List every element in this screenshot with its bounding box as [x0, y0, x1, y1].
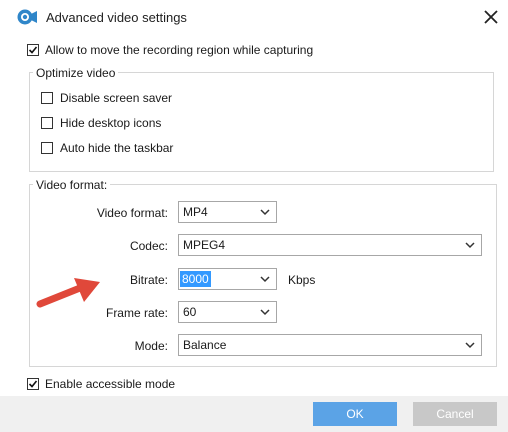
frame-rate-label: Frame rate: — [105, 306, 168, 320]
checkmark-icon — [28, 380, 38, 388]
frame-rate-select[interactable]: 60 — [178, 301, 277, 323]
ok-button[interactable]: OK — [313, 402, 397, 426]
video-format-value: MP4 — [183, 205, 208, 219]
mode-value: Balance — [183, 338, 227, 352]
chevron-down-icon — [465, 342, 475, 349]
video-camera-icon — [17, 9, 37, 25]
bitrate-value[interactable]: 8000 — [180, 271, 211, 287]
codec-label: Codec: — [129, 239, 168, 253]
close-icon[interactable] — [480, 6, 502, 28]
auto-hide-taskbar-checkbox[interactable] — [41, 142, 53, 154]
frame-rate-value: 60 — [183, 305, 197, 319]
video-format-label: Video format: — [96, 206, 168, 220]
accessible-mode-checkbox[interactable] — [27, 378, 39, 390]
hide-desktop-icons-checkbox[interactable] — [41, 117, 53, 129]
chevron-down-icon — [260, 209, 270, 216]
auto-hide-taskbar-label: Auto hide the taskbar — [60, 141, 174, 155]
mode-select[interactable]: Balance — [178, 334, 482, 356]
accessible-mode-label: Enable accessible mode — [45, 377, 176, 391]
allow-move-checkbox[interactable] — [27, 44, 39, 56]
optimize-video-legend: Optimize video — [33, 66, 119, 80]
bitrate-combobox[interactable]: 8000 — [178, 268, 277, 290]
hide-desktop-icons-label: Hide desktop icons — [60, 116, 162, 130]
checkmark-icon — [28, 46, 38, 54]
chevron-down-icon — [260, 276, 270, 283]
bitrate-label: Bitrate: — [129, 273, 168, 287]
window-title: Advanced video settings — [46, 10, 187, 25]
video-format-select[interactable]: MP4 — [178, 201, 277, 223]
disable-screensaver-checkbox[interactable] — [41, 92, 53, 104]
codec-select[interactable]: MPEG4 — [178, 234, 482, 256]
title-bar: Advanced video settings — [0, 0, 508, 34]
chevron-down-icon — [260, 309, 270, 316]
bitrate-unit: Kbps — [288, 273, 316, 287]
chevron-down-icon — [465, 242, 475, 249]
codec-value: MPEG4 — [183, 238, 226, 252]
disable-screensaver-label: Disable screen saver — [60, 91, 173, 105]
cancel-button[interactable]: Cancel — [413, 402, 497, 426]
video-format-legend: Video format: — [33, 178, 111, 192]
mode-label: Mode: — [134, 339, 168, 353]
allow-move-label: Allow to move the recording region while… — [45, 43, 314, 57]
